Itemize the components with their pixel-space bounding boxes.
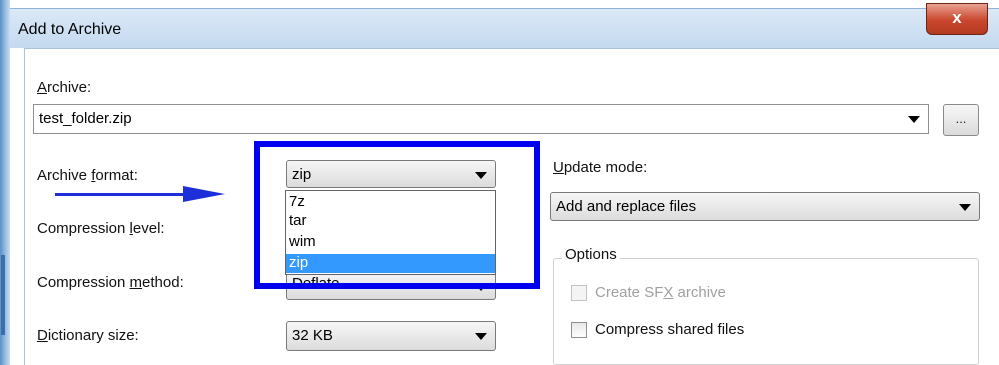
- annotation-arrow-icon: [183, 186, 225, 202]
- dictionary-size-combo[interactable]: 32 KB: [286, 321, 496, 351]
- update-mode-label: Update mode:: [553, 159, 648, 176]
- archive-label: Archive:: [37, 79, 92, 96]
- create-sfx-checkbox[interactable]: [571, 285, 587, 301]
- compress-shared-checkbox[interactable]: [571, 322, 587, 338]
- options-group-title: Options: [562, 246, 620, 263]
- title-bar[interactable]: Add to Archive x: [10, 3, 999, 48]
- archive-path-combo[interactable]: test_folder.zip: [33, 104, 929, 134]
- close-button[interactable]: x: [926, 3, 988, 35]
- dictionary-size-value: 32 KB: [292, 327, 333, 344]
- options-group: [553, 258, 979, 365]
- chevron-down-icon[interactable]: [908, 116, 920, 123]
- chevron-down-icon[interactable]: [959, 204, 971, 211]
- browse-button[interactable]: ...: [943, 104, 979, 136]
- annotation-arrow-shaft: [55, 193, 185, 196]
- compress-shared-label: Compress shared files: [595, 321, 745, 338]
- update-mode-value: Add and replace files: [556, 198, 697, 215]
- chevron-down-icon[interactable]: [475, 333, 487, 340]
- compression-level-label: Compression level:: [37, 220, 165, 237]
- archive-path-value: test_folder.zip: [39, 110, 132, 127]
- frame-accent: [1, 255, 5, 335]
- compression-method-label: Compression method:: [37, 274, 184, 291]
- dictionary-size-label: Dictionary size:: [37, 327, 139, 344]
- archive-format-label: Archive format:: [37, 167, 138, 184]
- create-sfx-label: Create SFX archive: [595, 284, 726, 301]
- window-frame-left: [0, 0, 10, 365]
- annotation-highlight-box: [254, 141, 540, 289]
- update-mode-combo[interactable]: Add and replace files: [550, 192, 980, 221]
- window-title: Add to Archive: [18, 21, 122, 38]
